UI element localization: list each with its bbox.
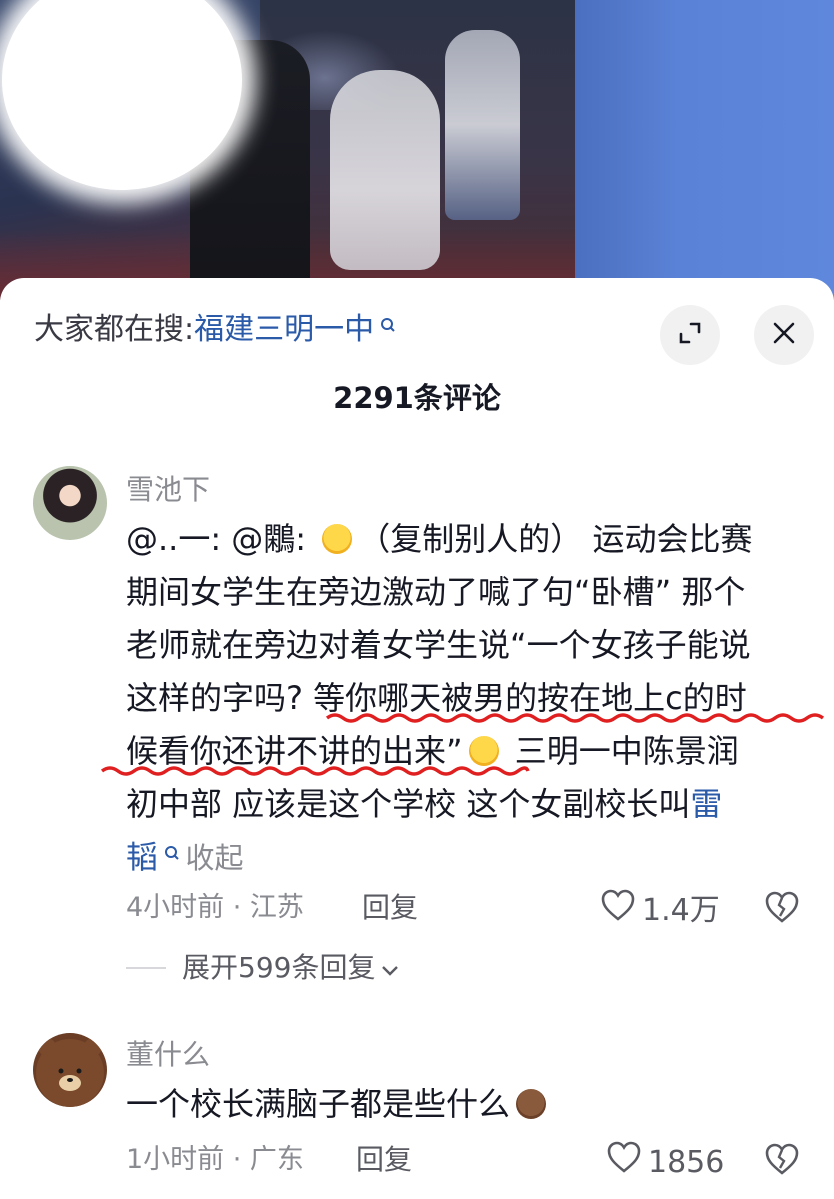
comment-username[interactable]: 雪池下 — [126, 470, 210, 510]
comment-search-link[interactable]: 韬 — [126, 838, 158, 876]
video-figure-teacher — [445, 30, 520, 220]
avatar[interactable] — [33, 466, 107, 540]
comment-time-location: 4小时前 · 江苏 — [126, 892, 304, 923]
search-icon — [374, 318, 396, 340]
comment-text-line: 老师就在旁边对着女学生说“一个女孩子能说 — [126, 626, 751, 664]
reply-button[interactable]: 回复 — [356, 1140, 412, 1180]
search-suggestion[interactable]: 大家都在搜:福建三明一中 — [34, 308, 396, 352]
face-emoji-icon — [516, 1089, 547, 1119]
like-button[interactable]: 1856 — [606, 1140, 724, 1185]
collapse-button[interactable]: 收起 — [185, 841, 243, 875]
comment-text-highlighted: 候看你还讲不讲的出来” — [126, 732, 463, 770]
reply-button[interactable]: 回复 — [362, 888, 418, 928]
search-suggestion-prefix: 大家都在搜: — [34, 312, 195, 347]
like-button[interactable]: 1.4万 — [600, 888, 720, 933]
comment-username[interactable]: 董什么 — [126, 1035, 210, 1075]
comment-time-location: 1小时前 · 广东 — [126, 1144, 304, 1175]
search-icon — [158, 846, 185, 868]
expand-replies-label: 展开599条回复 — [182, 951, 376, 984]
comment-count-title: 2291条评论 — [333, 381, 501, 415]
comment-text-line: 期间女学生在旁边激动了喊了句“卧槽” 那个 — [126, 573, 746, 611]
comment-text-line: 这样的字吗? — [126, 679, 314, 717]
comment-text: @..一: @鷴: （复制别人的） 运动会比赛 期间女学生在旁边激动了喊了句“卧… — [126, 513, 816, 885]
avatar[interactable] — [33, 1033, 107, 1107]
sweat-grin-emoji-icon — [468, 736, 499, 766]
heart-icon — [600, 888, 636, 933]
close-button[interactable] — [754, 305, 814, 365]
broken-heart-icon — [764, 891, 800, 928]
expand-replies-button[interactable]: 展开599条回复 — [126, 948, 399, 988]
comment-text-highlighted: 等你哪天被男的按在地上c的时 — [313, 679, 747, 717]
comment-text-line: （复制别人的） 运动会比赛 — [358, 520, 753, 558]
video-player[interactable] — [0, 0, 834, 300]
expand-button[interactable] — [660, 305, 720, 365]
comment-text-line: 初中部 应该是这个学校 这个女副校长叫 — [126, 785, 691, 823]
comment-panel: 大家都在搜:福建三明一中 2291条评论 雪池下 @..一: @鷴: （复制别人… — [0, 278, 834, 1199]
broken-heart-icon — [764, 1143, 800, 1180]
like-count: 1.4万 — [642, 892, 720, 928]
chevron-down-icon — [381, 948, 399, 988]
comment-mention[interactable]: @..一: @鷴: — [126, 520, 316, 558]
dislike-button[interactable] — [764, 890, 800, 928]
like-count: 1856 — [648, 1144, 725, 1180]
dislike-button[interactable] — [764, 1142, 800, 1180]
comment-search-link[interactable]: 雷 — [690, 785, 722, 823]
comment-text-line: 一个校长满脑子都是些什么 — [126, 1085, 511, 1123]
bear-avatar-icon — [36, 1038, 104, 1107]
close-icon — [772, 321, 796, 349]
heart-icon — [606, 1140, 642, 1185]
comment-text-line: 三明一中陈景润 — [504, 732, 739, 770]
crying-emoji-icon — [322, 524, 353, 554]
video-blue-foreground — [575, 0, 834, 300]
search-suggestion-keyword[interactable]: 福建三明一中 — [194, 312, 374, 347]
expand-icon — [677, 320, 703, 350]
video-figure-white-dress — [330, 70, 440, 270]
divider — [126, 967, 166, 969]
comment-text: 一个校长满脑子都是些什么 — [126, 1078, 816, 1131]
